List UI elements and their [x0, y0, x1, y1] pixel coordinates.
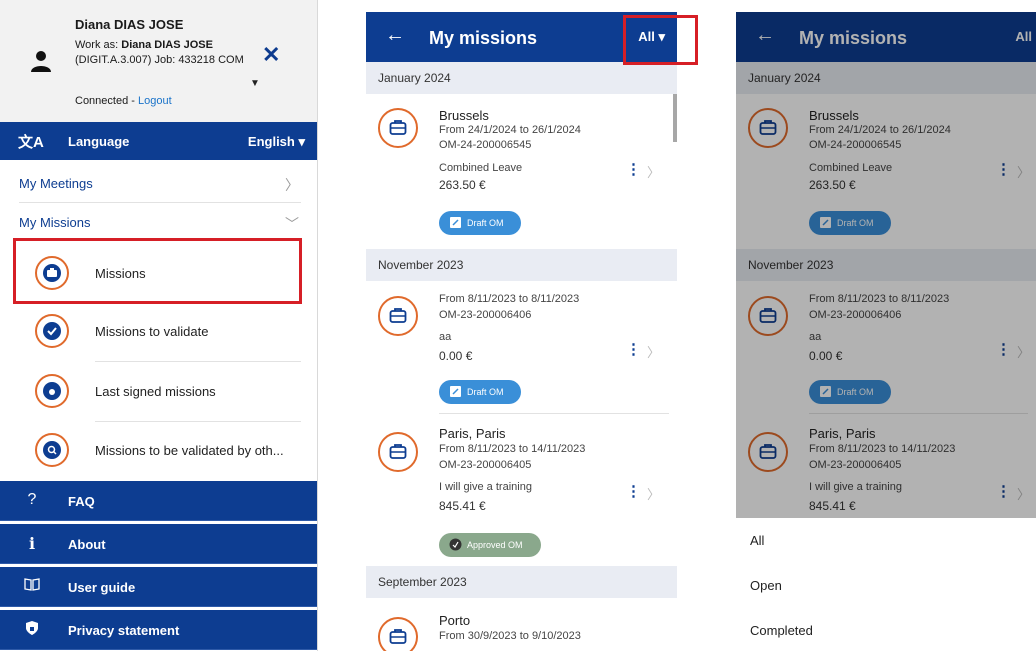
language-value-text: English [247, 134, 295, 149]
my-meetings-section[interactable]: My Meetings 〉 [0, 164, 317, 203]
mission-dates: From 8/11/2023 to 8/11/2023 [439, 293, 580, 305]
user-name: Diana DIAS JOSE [75, 17, 184, 32]
chevron-right-icon[interactable]: 〉 [647, 162, 660, 181]
chevron-right-icon[interactable]: 〉 [647, 342, 660, 361]
nav-label: FAQ [68, 494, 95, 509]
mission-dates: From 24/1/2024 to 26/1/2024 [439, 124, 581, 136]
user-header: Diana DIAS JOSE Work as: Diana DIAS JOSE… [0, 0, 317, 122]
nav-about[interactable]: i About [0, 524, 317, 564]
status-badge: Draft OM [439, 211, 521, 235]
status-label: Draft OM [467, 218, 504, 228]
filter-option-open[interactable]: Open [750, 578, 782, 593]
book-icon [22, 577, 42, 596]
nav-privacy-statement[interactable]: Privacy statement [0, 610, 317, 650]
status-label: Approved OM [467, 540, 523, 550]
back-arrow-icon[interactable]: ← [385, 24, 405, 47]
my-missions-section[interactable]: My Missions ﹀ [0, 203, 317, 242]
chevron-down-icon: ﹀ [285, 216, 299, 232]
divider [439, 413, 669, 414]
mission-ref: OM-23-200006405 [439, 459, 532, 471]
user-icon [31, 51, 51, 72]
signed-icon [35, 374, 69, 408]
status-label: Draft OM [467, 387, 504, 397]
briefcase-icon [378, 108, 418, 148]
menu-item-label: Missions to validate [95, 324, 209, 339]
shield-icon [22, 620, 42, 641]
mission-dates: From 8/11/2023 to 14/11/2023 [439, 443, 586, 455]
language-selector[interactable]: 文A Language English ▾ [0, 122, 317, 160]
chevron-down-icon[interactable]: ▼ [250, 78, 260, 89]
language-value[interactable]: English ▾ [248, 134, 305, 150]
highlight-box [13, 238, 302, 304]
missions-list-panel: ← My missions All ▾ January 2024 Brussel… [366, 0, 677, 651]
mission-city: Paris, Paris [439, 426, 506, 441]
mission-description: I will give a training [439, 481, 532, 493]
my-missions-label: My Missions [19, 215, 91, 230]
info-icon: i [28, 534, 36, 553]
month-header: November 2023 [366, 249, 677, 281]
briefcase-icon [378, 432, 418, 472]
mission-dates: From 30/9/2023 to 9/10/2023 [439, 630, 581, 642]
connected-label: Connected - [75, 95, 138, 107]
menu-item-missions-to-validate[interactable]: Missions to validate [0, 302, 317, 362]
edit-icon [450, 217, 461, 228]
approved-icon [449, 538, 462, 551]
month-label: November 2023 [378, 258, 464, 272]
mission-description: Combined Leave [439, 162, 523, 174]
month-header: January 2024 [366, 62, 677, 94]
menu-item-label: Missions to be validated by oth... [95, 443, 284, 458]
nav-faq[interactable]: ? FAQ [0, 481, 317, 521]
status-badge: Draft OM [439, 380, 521, 404]
work-details: (DIGIT.A.3.007) Job: 433218 COM [75, 54, 244, 66]
mission-amount: 263.50 € [439, 178, 486, 192]
mission-ref: OM-24-200006545 [439, 139, 532, 151]
highlight-box [623, 15, 698, 65]
nav-user-guide[interactable]: User guide [0, 567, 317, 607]
edit-icon [450, 386, 461, 397]
side-menu-panel: Diana DIAS JOSE Work as: Diana DIAS JOSE… [0, 0, 318, 651]
menu-item-last-signed[interactable]: Last signed missions [0, 362, 317, 422]
status-badge: Approved OM [439, 533, 541, 557]
month-header: September 2023 [366, 566, 677, 598]
connection-status: Connected - Logout [75, 95, 172, 107]
translate-icon: 文A [18, 134, 44, 151]
work-as-info: Work as: Diana DIAS JOSE (DIGIT.A.3.007)… [75, 38, 245, 68]
close-icon[interactable]: ✕ [262, 42, 280, 68]
nav-label: About [68, 537, 106, 552]
logout-link[interactable]: Logout [138, 95, 172, 107]
mission-city: Brussels [439, 108, 489, 123]
menu-item-label: Last signed missions [95, 384, 216, 399]
page-title: My missions [429, 28, 538, 48]
more-vertical-icon[interactable]: ⋮ [626, 160, 641, 178]
validate-bag-icon [35, 314, 69, 348]
mission-amount: 845.41 € [439, 499, 486, 513]
modal-overlay[interactable] [736, 12, 1036, 518]
briefcase-icon [378, 617, 418, 651]
month-label: January 2024 [378, 71, 451, 85]
question-icon: ? [27, 491, 37, 508]
more-vertical-icon[interactable]: ⋮ [626, 482, 641, 500]
work-as-name: Diana DIAS JOSE [121, 39, 213, 51]
search-icon [35, 433, 69, 467]
chevron-right-icon[interactable]: 〉 [647, 484, 660, 503]
filter-option-completed[interactable]: Completed [750, 623, 813, 638]
work-as-prefix: Work as: [75, 39, 122, 51]
nav-label: User guide [68, 580, 136, 595]
more-vertical-icon[interactable]: ⋮ [626, 340, 641, 358]
filter-bottom-sheet: All Open Completed [736, 518, 1036, 651]
mission-description: aa [439, 331, 452, 343]
month-label: September 2023 [378, 575, 467, 589]
mission-ref: OM-23-200006406 [439, 309, 532, 321]
language-label: Language [68, 134, 130, 149]
missions-filter-panel: ← My missions All January 2024 Brussels … [736, 0, 1036, 651]
mission-amount: 0.00 € [439, 349, 473, 363]
menu-item-validated-by-others[interactable]: Missions to be validated by oth... [0, 421, 317, 481]
my-meetings-label: My Meetings [19, 176, 93, 191]
mission-city: Porto [439, 613, 471, 628]
nav-label: Privacy statement [68, 623, 180, 638]
chevron-right-icon: 〉 [285, 177, 299, 193]
briefcase-icon [378, 296, 418, 336]
filter-option-all[interactable]: All [750, 533, 764, 548]
